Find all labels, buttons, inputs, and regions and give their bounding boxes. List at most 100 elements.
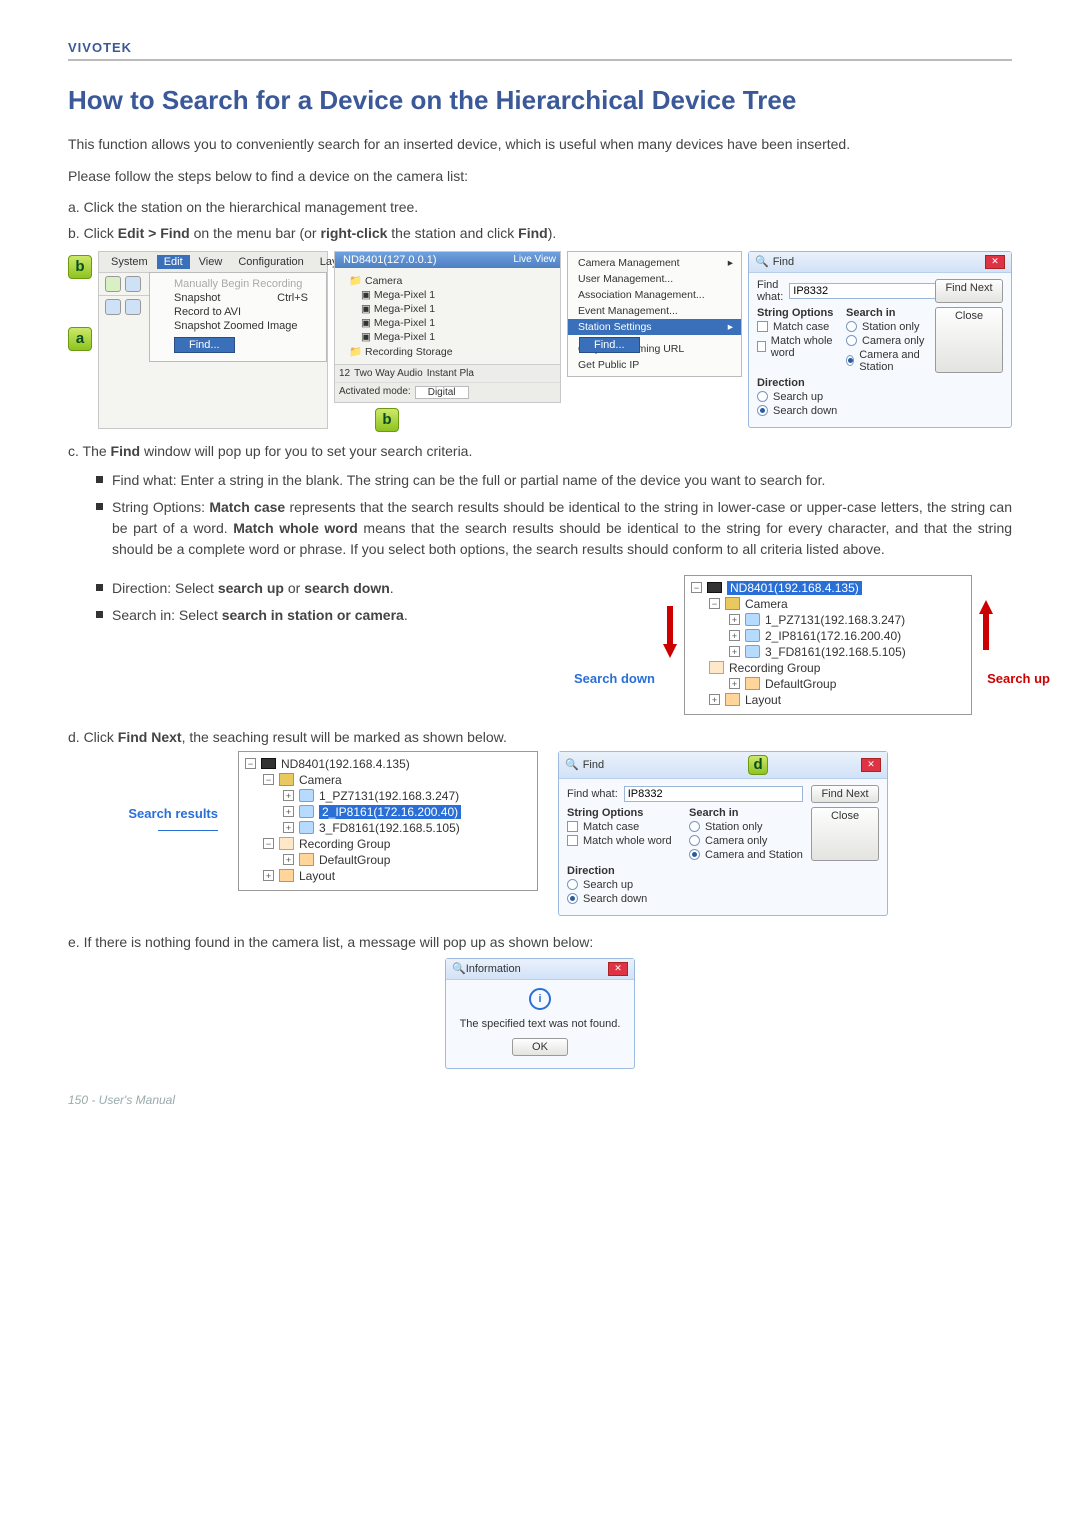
result-cam1[interactable]: 1_PZ7131(192.168.3.247) <box>319 789 459 803</box>
match-case-checkbox[interactable]: Match case <box>757 321 838 333</box>
arrow-down-icon <box>663 644 677 658</box>
camera-and-station-radio[interactable]: Camera and Station <box>846 349 927 373</box>
menu-edit[interactable]: Edit <box>157 255 190 269</box>
camera-icon <box>745 613 760 626</box>
info-message: The specified text was not found. <box>460 1018 621 1030</box>
intro-1: This function allows you to conveniently… <box>68 134 1012 156</box>
search-down-radio-2[interactable]: Search down <box>567 893 681 905</box>
power-icon[interactable] <box>105 276 121 292</box>
find-close-x[interactable]: ✕ <box>985 255 1005 269</box>
find-close-button-2[interactable]: Close <box>811 807 879 861</box>
tree-layout[interactable]: Layout <box>745 693 781 707</box>
result-camera[interactable]: Camera <box>299 773 342 787</box>
camera-only-radio[interactable]: Camera only <box>846 335 927 347</box>
intro-2: Please follow the steps below to find a … <box>68 166 1012 188</box>
tree-cam1[interactable]: 1_PZ7131(192.168.3.247) <box>765 613 905 627</box>
search-direction-tree: −ND8401(192.168.4.135) −Camera +1_PZ7131… <box>684 575 972 715</box>
result-rec-group[interactable]: Recording Group <box>299 837 390 851</box>
find-what-input[interactable] <box>789 283 939 299</box>
ctx-station-settings[interactable]: Station Settings <box>568 319 741 335</box>
tree-default-group[interactable]: DefaultGroup <box>765 677 836 691</box>
camera-icon <box>745 645 760 658</box>
edit-record-avi[interactable]: Record to AVI <box>174 305 318 319</box>
edit-begin-recording[interactable]: Manually Begin Recording <box>174 277 318 291</box>
result-default-group[interactable]: DefaultGroup <box>319 853 390 867</box>
info-close-x[interactable]: ✕ <box>608 962 628 976</box>
activated-mode-value: Digital <box>415 386 469 399</box>
label-search-results: Search results <box>128 806 218 821</box>
tree-recording-storage[interactable]: 📁 Recording Storage <box>341 344 554 359</box>
menu-configuration[interactable]: Configuration <box>231 255 310 269</box>
result-cam2-selected[interactable]: 2_IP8161(172.16.200.40) <box>319 805 461 819</box>
ctx-find[interactable]: Find... <box>579 337 640 353</box>
edit-snapshot[interactable]: SnapshotCtrl+S <box>174 291 318 305</box>
tree-cam2[interactable]: 2_IP8161(172.16.200.40) <box>765 629 901 643</box>
tree-camera[interactable]: Camera <box>745 597 788 611</box>
match-case-checkbox-2[interactable]: Match case <box>567 821 681 833</box>
edit-snapshot-zoomed[interactable]: Snapshot Zoomed Image <box>174 319 318 333</box>
ctx-camera-mgmt[interactable]: Camera Management <box>568 255 741 271</box>
tree-cam-4[interactable]: ▣ Mega-Pixel 1 <box>341 330 554 344</box>
step-e: e. If there is nothing found in the came… <box>68 934 1012 950</box>
match-whole-word-checkbox[interactable]: Match whole word <box>757 335 838 359</box>
snapshot-icon[interactable] <box>125 276 141 292</box>
menu-view[interactable]: View <box>192 255 230 269</box>
result-cam3[interactable]: 3_FD8161(192.168.5.105) <box>319 821 460 835</box>
step-d: d. Click Find Next, the seaching result … <box>68 729 1012 745</box>
bullet-string-options: String Options: Match case represents th… <box>96 494 1012 563</box>
camera-and-station-radio-2[interactable]: Camera and Station <box>689 849 803 861</box>
ctx-user-mgmt[interactable]: User Management... <box>568 271 741 287</box>
context-menu: Camera Management User Management... Ass… <box>567 251 742 377</box>
search-up-radio-2[interactable]: Search up <box>567 879 681 891</box>
search-down-radio[interactable]: Search down <box>757 405 838 417</box>
info-title-icon: 🔍 <box>452 963 466 975</box>
find-next-button-2[interactable]: Find Next <box>811 785 879 803</box>
camera-icon <box>299 805 314 818</box>
ctx-get-public-ip[interactable]: Get Public IP <box>568 357 741 373</box>
folder-icon <box>279 773 294 786</box>
result-root[interactable]: ND8401(192.168.4.135) <box>281 757 410 771</box>
arrow-down-stem <box>667 606 673 646</box>
station-only-radio-2[interactable]: Station only <box>689 821 803 833</box>
step-c: c. The Find window will pop up for you t… <box>68 443 1012 459</box>
menu-system[interactable]: System <box>104 255 155 269</box>
tree-camera-folder[interactable]: 📁 Camera <box>341 273 554 288</box>
search-result-tree: −ND8401(192.168.4.135) −Camera +1_PZ7131… <box>238 751 538 891</box>
marker-b-2: b <box>375 408 399 432</box>
expand-icon[interactable]: − <box>691 582 702 593</box>
camera-icon <box>299 821 314 834</box>
camera-only-radio-2[interactable]: Camera only <box>689 835 803 847</box>
ctx-assoc-mgmt[interactable]: Association Management... <box>568 287 741 303</box>
marker-d: d <box>748 755 768 775</box>
find-close-button[interactable]: Close <box>935 307 1003 373</box>
edit-dropdown: Manually Begin Recording SnapshotCtrl+S … <box>149 272 327 362</box>
bullet-search-in: Search in: Select search in station or c… <box>96 602 630 629</box>
search-in-header: Search in <box>846 307 927 319</box>
match-whole-word-checkbox-2[interactable]: Match whole word <box>567 835 681 847</box>
tree-expand-icon[interactable] <box>125 299 141 315</box>
arrow-up-stem <box>983 612 989 650</box>
tree-cam-1[interactable]: ▣ Mega-Pixel 1 <box>341 288 554 302</box>
find-close-x-2[interactable]: ✕ <box>861 758 881 772</box>
tree-cam-3[interactable]: ▣ Mega-Pixel 1 <box>341 316 554 330</box>
tree-cam-2[interactable]: ▣ Mega-Pixel 1 <box>341 302 554 316</box>
find-next-button[interactable]: Find Next <box>935 279 1003 303</box>
search-up-radio[interactable]: Search up <box>757 391 838 403</box>
ctx-event-mgmt[interactable]: Event Management... <box>568 303 741 319</box>
result-layout[interactable]: Layout <box>299 869 335 883</box>
label-search-up: Search up <box>987 671 1050 686</box>
layout-icon <box>725 693 740 706</box>
edit-find[interactable]: Find... <box>174 337 235 353</box>
device-tree-panel: ND8401(127.0.0.1) Live View 📁 Camera ▣ M… <box>334 251 561 403</box>
info-icon: i <box>529 988 551 1010</box>
find-what-input-2[interactable] <box>624 786 803 802</box>
menubar: System Edit View Configuration Layout <box>99 252 327 273</box>
tab-instant-playback[interactable]: Instant Pla <box>427 368 474 379</box>
tree-collapse-icon[interactable] <box>105 299 121 315</box>
tree-rec-group[interactable]: Recording Group <box>729 661 820 675</box>
tree-cam3[interactable]: 3_FD8161(192.168.5.105) <box>765 645 906 659</box>
info-ok-button[interactable]: OK <box>512 1038 568 1056</box>
tree-root[interactable]: ND8401(192.168.4.135) <box>727 581 862 595</box>
station-only-radio[interactable]: Station only <box>846 321 927 333</box>
tab-two-way-audio[interactable]: Two Way Audio <box>354 368 423 379</box>
